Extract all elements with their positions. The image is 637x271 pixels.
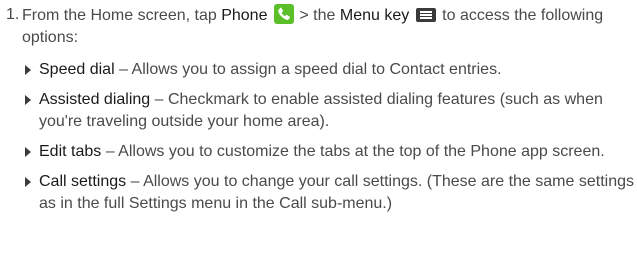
options-list: Speed dial – Allows you to assign a spee…	[22, 59, 634, 223]
separator: >	[299, 7, 309, 24]
option-description: – Allows you to assign a speed dial to C…	[119, 61, 502, 78]
option-term: Assisted dialing	[39, 91, 151, 108]
option-speed-dial: Speed dial – Allows you to assign a spee…	[22, 59, 634, 81]
bullet-arrow-icon	[25, 177, 31, 187]
option-call-settings: Call settings – Allows you to change you…	[22, 171, 634, 215]
step-number: 1.	[6, 6, 20, 23]
step-intro: From the Home screen, tap	[22, 7, 217, 24]
bullet-arrow-icon	[25, 95, 31, 105]
step-instruction: From the Home screen, tap Phone > the Me…	[22, 4, 634, 49]
option-description: – Allows you to customize the tabs at th…	[105, 143, 605, 160]
bullet-arrow-icon	[25, 65, 31, 75]
menu-key-term: Menu key	[339, 7, 410, 24]
phone-icon	[273, 4, 294, 24]
menu-key-icon	[415, 8, 436, 22]
option-term: Edit tabs	[39, 143, 102, 160]
option-edit-tabs: Edit tabs – Allows you to customize the …	[22, 141, 634, 163]
the-word: the	[313, 7, 336, 24]
option-term: Call settings	[39, 173, 127, 190]
option-description: – Allows you to change your call setting…	[39, 173, 634, 212]
bullet-arrow-icon	[25, 147, 31, 157]
option-assisted-dialing: Assisted dialing – Checkmark to enable a…	[22, 89, 634, 133]
option-term: Speed dial	[39, 61, 115, 78]
phone-term: Phone	[221, 7, 268, 24]
